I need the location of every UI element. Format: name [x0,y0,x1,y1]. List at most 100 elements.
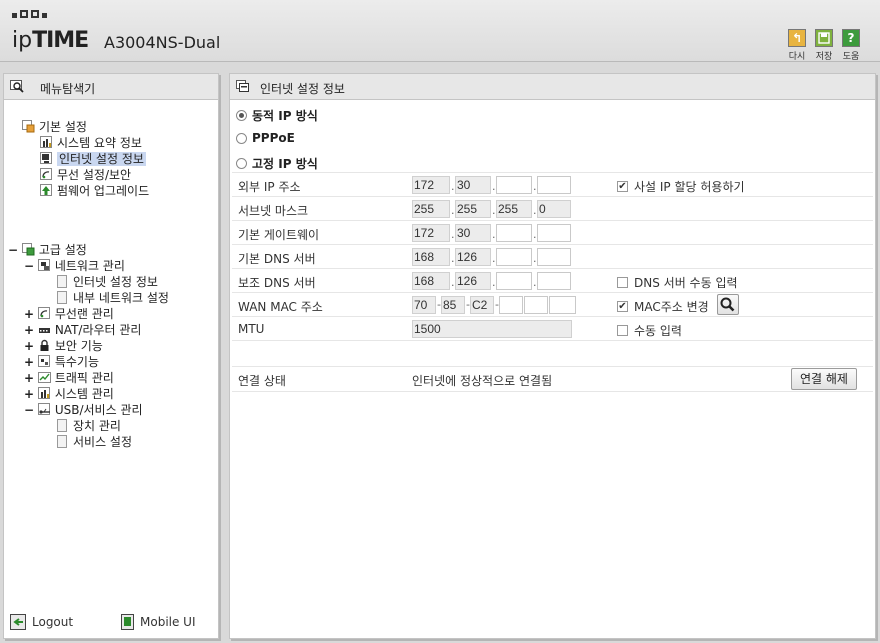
tree-group-traffic[interactable]: + 트래픽 관리 [24,370,114,386]
mobile-icon [121,614,134,630]
tree-group-nat[interactable]: + NAT/라우터 관리 [24,322,141,338]
subnet-octet-4[interactable]: 0 [537,200,571,218]
mode-dynamic-ip[interactable]: 동적 IP 방식 [236,107,318,124]
mode-static-ip[interactable]: 고정 IP 방식 [236,155,318,172]
expand-icon[interactable]: + [24,306,34,322]
mac-part-6[interactable] [549,296,576,314]
mac-part-5[interactable] [524,296,548,314]
external-ip-octet-1[interactable]: 172 [412,176,450,194]
tree-group-system[interactable]: + 시스템 관리 [24,386,114,402]
row-external-ip: 외부 IP 주소 172 . 30 . . ✔ 사설 IP 할당 허용하기 [232,172,873,196]
dns-manual-option[interactable]: DNS 서버 수동 입력 [617,274,738,291]
save-icon [815,29,833,47]
undo-icon: ↰ [788,29,806,47]
external-ip-octet-3[interactable] [496,176,532,194]
logout-link[interactable]: Logout [10,614,73,630]
tree-item-system-summary[interactable]: 시스템 요약 정보 [40,135,142,151]
special-features-icon [37,355,51,368]
collapse-icon[interactable]: − [24,402,34,418]
dns2-octet-4[interactable] [537,272,571,290]
tree-item-wireless-security[interactable]: 무선 설정/보안 [40,167,131,183]
subnet-octet-3[interactable]: 255 [496,200,532,218]
subnet-octet-1[interactable]: 255 [412,200,450,218]
menu-explorer-header: 메뉴탐색기 [4,74,218,100]
mac-part-2[interactable]: 85 [441,296,465,314]
radio-selected[interactable] [236,110,247,121]
tree-item-service-settings[interactable]: 서비스 설정 [56,434,132,450]
dns2-octet-3[interactable] [496,272,532,290]
checkbox-checked[interactable]: ✔ [617,181,628,192]
tree-group-usb[interactable]: − USB/서비스 관리 [24,402,143,418]
checkbox-checked[interactable]: ✔ [617,301,628,312]
external-ip-octet-2[interactable]: 30 [455,176,491,194]
mac-part-1[interactable]: 70 [412,296,436,314]
header-bar: ipTIME A3004NS-Dual ↰ 다시 저장 ? 도움 [0,0,880,62]
radio-unselected[interactable] [236,132,247,144]
dns1-octet-3[interactable] [496,248,532,266]
expand-icon[interactable]: + [24,338,34,354]
mobile-ui-link[interactable]: Mobile UI [121,614,196,630]
gateway-octet-2[interactable]: 30 [455,224,491,242]
tree-item-device-management[interactable]: 장치 관리 [56,418,121,434]
subnet-octet-2[interactable]: 255 [455,200,491,218]
collapse-icon[interactable]: − [24,258,34,274]
external-ip-octet-4[interactable] [537,176,571,194]
expand-icon[interactable]: + [24,370,34,386]
gateway-octet-4[interactable] [537,224,571,242]
internet-settings-panel: 인터넷 설정 정보 동적 IP 방식 PPPoE 고정 IP 방식 외부 IP … [229,73,876,639]
page-icon [56,435,69,448]
connection-status-text: 인터넷에 정상적으로 연결됨 [412,374,553,388]
tree-group-network[interactable]: − 네트워크 관리 [24,258,125,274]
radio-unselected[interactable] [236,158,247,169]
expand-icon[interactable]: + [24,386,34,402]
router-icon [38,323,51,336]
usb-icon [37,403,51,416]
checkbox-unchecked[interactable] [617,325,628,336]
save-button[interactable]: 저장 [813,29,835,62]
gateway-octet-3[interactable] [496,224,532,242]
window-icon [236,80,249,92]
tree-group-wireless[interactable]: + 무선랜 관리 [24,306,114,322]
mac-part-4[interactable] [499,296,523,314]
mac-part-3[interactable]: C2 [470,296,494,314]
checkbox-unchecked[interactable] [617,277,628,288]
tree-item-internet-settings[interactable]: 인터넷 설정 정보 [40,151,146,167]
tree-item-network-internet[interactable]: 인터넷 설정 정보 [56,274,158,290]
dns1-octet-2[interactable]: 126 [455,248,491,266]
tree-item-firmware-upgrade[interactable]: 펌웨어 업그레이드 [40,183,149,199]
dns2-octet-2[interactable]: 126 [455,272,491,290]
chart-icon [40,136,53,149]
dns2-octet-1[interactable]: 168 [412,272,450,290]
row-connection-status: 연결 상태 인터넷에 정상적으로 연결됨 연결 해제 [232,366,873,392]
tree-basic-settings[interactable]: 기본 설정 [22,119,87,135]
undo-button[interactable]: ↰ 다시 [786,29,808,62]
row-default-gateway: 기본 게이트웨이 172 . 30 . . [232,220,873,244]
disconnect-button[interactable]: 연결 해제 [791,368,857,390]
model-name: A3004NS-Dual [104,33,221,52]
row-subnet-mask: 서브넷 마스크 255 . 255 . 255 . 0 [232,196,873,220]
expand-icon[interactable]: + [24,354,34,370]
tree-group-special[interactable]: + 특수기능 [24,354,99,370]
help-icon: ? [842,29,860,47]
mtu-manual-option[interactable]: 수동 입력 [617,322,682,339]
network-icon [37,259,51,272]
magnifier-icon [720,297,735,312]
tree-item-network-lan[interactable]: 내부 네트워크 설정 [56,290,169,306]
tree-group-security[interactable]: + 보안 기능 [24,338,103,354]
menu-explorer-title: 메뉴탐색기 [40,82,96,96]
upgrade-icon [40,184,53,197]
dns1-octet-1[interactable]: 168 [412,248,450,266]
chart-icon [37,387,51,400]
mode-pppoe[interactable]: PPPoE [236,131,295,145]
tree-advanced-settings[interactable]: − 고급 설정 [8,242,87,258]
expand-icon[interactable]: + [24,322,34,338]
mac-change-option[interactable]: ✔ MAC주소 변경 [617,298,709,315]
dns1-octet-4[interactable] [537,248,571,266]
collapse-icon[interactable]: − [8,242,18,258]
row-spacer [232,340,873,366]
help-button[interactable]: ? 도움 [840,29,862,62]
mtu-input[interactable]: 1500 [412,320,572,338]
mac-search-button[interactable] [717,294,739,315]
allow-private-ip-option[interactable]: ✔ 사설 IP 할당 허용하기 [617,178,745,195]
gateway-octet-1[interactable]: 172 [412,224,450,242]
